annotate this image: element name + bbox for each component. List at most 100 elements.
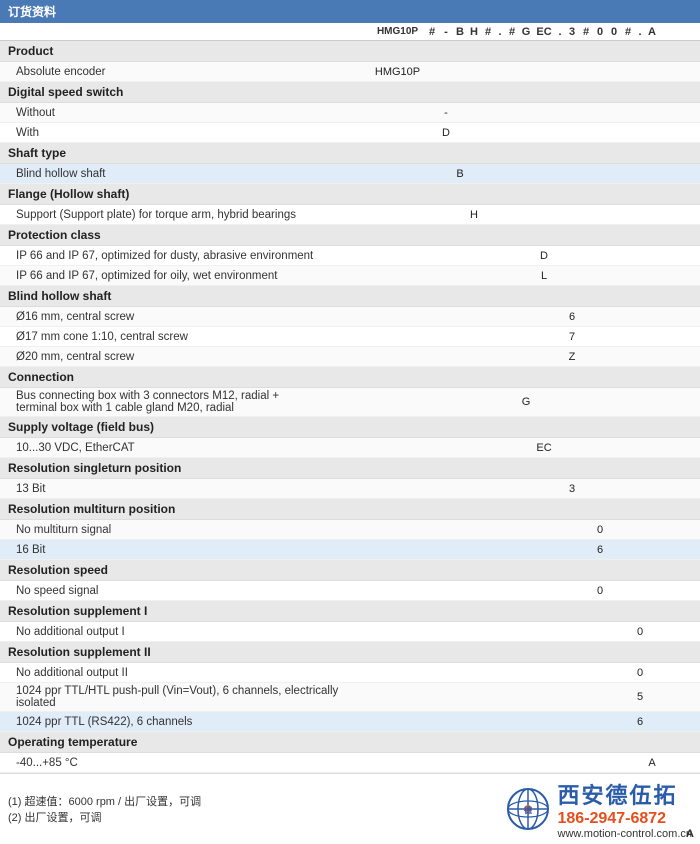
row-label-blind-hollow-shaft-2: Ø20 mm, central screw — [0, 351, 370, 363]
row-resolution-supplement-ii-0: No additional output II 0 — [0, 663, 700, 683]
col-dot3: . — [635, 26, 645, 38]
section-header-resolution-speed: Resolution speed — [0, 560, 700, 581]
row-label-connection-0: Bus connecting box with 3 connectors M12… — [0, 390, 370, 414]
row-label-product-0: Absolute encoder — [0, 66, 370, 78]
section-header-shaft-type: Shaft type — [0, 143, 700, 164]
row-val-resolution-supplement-ii-0: 0 — [635, 667, 645, 679]
row-digital-speed-switch-1: With D — [0, 123, 700, 143]
section-header-product: Product — [0, 41, 700, 62]
row-label-resolution-supplement-i-0: No additional output I — [0, 626, 370, 638]
company-phone: 186-2947-6872 — [558, 810, 693, 828]
row-label-protection-class-0: IP 66 and IP 67, optimized for dusty, ab… — [0, 250, 370, 262]
col-hash2: # — [481, 26, 495, 38]
section-header-resolution-supplement-ii: Resolution supplement II — [0, 642, 700, 663]
col-dot2: . — [555, 26, 565, 38]
row-blind-hollow-shaft-1: Ø17 mm cone 1:10, central screw 7 — [0, 327, 700, 347]
col-EC: EC — [533, 26, 555, 38]
row-supply-voltage-0: 10...30 VDC, EtherCAT EC — [0, 438, 700, 458]
row-shaft-type-0: Blind hollow shaft B — [0, 164, 700, 184]
row-product-0: Absolute encoderHMG10P — [0, 62, 700, 82]
right-letter: A — [686, 828, 694, 840]
row-resolution-multiturn-1: 16 Bit 6 — [0, 540, 700, 560]
row-val-shaft-type-0: B — [453, 168, 467, 180]
logo-area: 德 西安德伍拓 186-2947-6872 www.motion-control… — [506, 778, 693, 840]
col-dot1: . — [495, 26, 505, 38]
company-text: 西安德伍拓 186-2947-6872 www.motion-control.c… — [558, 778, 693, 840]
row-val-protection-class-1: L — [533, 270, 555, 282]
row-resolution-multiturn-0: No multiturn signal0 — [0, 520, 700, 540]
row-val-digital-speed-switch-1: D — [439, 127, 453, 139]
section-header-digital-speed-switch: Digital speed switch — [0, 82, 700, 103]
footnotes: (1) 超速值：6000 rpm / 出厂设置，可调 (2) 出厂设置，可调 — [8, 793, 506, 825]
row-val-blind-hollow-shaft-0: 6 — [565, 311, 579, 323]
row-label-blind-hollow-shaft-1: Ø17 mm cone 1:10, central screw — [0, 331, 370, 343]
row-val-resolution-singleturn-0: 3 — [565, 483, 579, 495]
row-val-resolution-multiturn-1: 6 — [593, 544, 607, 556]
row-label-resolution-supplement-ii-2: 1024 ppr TTL (RS422), 6 channels — [0, 716, 370, 728]
row-val-protection-class-0: D — [533, 250, 555, 262]
section-header-connection: Connection — [0, 367, 700, 388]
row-val-resolution-supplement-i-0: 0 — [635, 626, 645, 638]
row-connection-0: Bus connecting box with 3 connectors M12… — [0, 388, 700, 417]
svg-text:德: 德 — [524, 805, 532, 815]
row-label-resolution-supplement-ii-0: No additional output II — [0, 667, 370, 679]
row-blind-hollow-shaft-2: Ø20 mm, central screw Z — [0, 347, 700, 367]
row-label-digital-speed-switch-1: With — [0, 127, 370, 139]
row-label-protection-class-1: IP 66 and IP 67, optimized for oily, wet… — [0, 270, 370, 282]
globe-icon: 德 — [506, 787, 550, 831]
row-label-resolution-supplement-ii-1: 1024 ppr TTL/HTL push-pull (Vin=Vout), 6… — [0, 685, 370, 709]
section-header-resolution-multiturn: Resolution multiturn position — [0, 499, 700, 520]
row-label-resolution-speed-0: No speed signal — [0, 585, 370, 597]
row-label-supply-voltage-0: 10...30 VDC, EtherCAT — [0, 442, 370, 454]
col-hash3: # — [505, 26, 519, 38]
row-val-connection-0: G — [519, 396, 533, 408]
col-G: G — [519, 26, 533, 38]
footnote-1: (1) 超速值：6000 rpm / 出厂设置，可调 — [8, 793, 506, 809]
row-label-digital-speed-switch-0: Without — [0, 107, 370, 119]
row-flange-0: Support (Support plate) for torque arm, … — [0, 205, 700, 225]
section-header-supply-voltage: Supply voltage (field bus) — [0, 417, 700, 438]
row-protection-class-0: IP 66 and IP 67, optimized for dusty, ab… — [0, 246, 700, 266]
row-val-operating-temperature-0: A — [645, 757, 659, 769]
col-A: A — [645, 26, 659, 38]
row-label-shaft-type-0: Blind hollow shaft — [0, 168, 370, 180]
row-val-digital-speed-switch-0: - — [439, 107, 453, 119]
row-label-operating-temperature-0: -40...+85 °C — [0, 757, 370, 769]
footnote-2: (2) 出厂设置，可调 — [8, 809, 506, 825]
col-B: B — [453, 26, 467, 38]
row-label-flange-0: Support (Support plate) for torque arm, … — [0, 209, 370, 221]
row-resolution-singleturn-0: 13 Bit 3 — [0, 479, 700, 499]
footer: (1) 超速值：6000 rpm / 出厂设置，可调 (2) 出厂设置，可调 德… — [0, 773, 700, 844]
company-name: 西安德伍拓 — [558, 778, 693, 810]
row-label-resolution-singleturn-0: 13 Bit — [0, 483, 370, 495]
col-H: H — [467, 26, 481, 38]
row-resolution-speed-0: No speed signal0 — [0, 581, 700, 601]
section-header-flange: Flange (Hollow shaft) — [0, 184, 700, 205]
row-operating-temperature-0: -40...+85 °C A — [0, 753, 700, 773]
row-resolution-supplement-ii-2: 1024 ppr TTL (RS422), 6 channels 6 — [0, 712, 700, 732]
row-val-blind-hollow-shaft-2: Z — [565, 351, 579, 363]
col-hash4: # — [579, 26, 593, 38]
row-label-blind-hollow-shaft-0: Ø16 mm, central screw — [0, 311, 370, 323]
row-val-resolution-supplement-ii-1: 5 — [635, 691, 645, 703]
col-hash1: # — [425, 26, 439, 38]
row-val-supply-voltage-0: EC — [533, 442, 555, 454]
row-label-resolution-multiturn-1: 16 Bit — [0, 544, 370, 556]
company-url: www.motion-control.com.cn — [558, 828, 693, 840]
row-val-resolution-supplement-ii-2: 6 — [635, 716, 645, 728]
row-val-product-0: HMG10P — [370, 66, 425, 78]
col-hmg10p: HMG10P — [370, 26, 425, 38]
col-0a: 0 — [593, 26, 607, 38]
section-header-resolution-supplement-i: Resolution supplement I — [0, 601, 700, 622]
row-val-flange-0: H — [467, 209, 481, 221]
row-blind-hollow-shaft-0: Ø16 mm, central screw 6 — [0, 307, 700, 327]
header-bar: 订货资料 — [0, 0, 700, 23]
col-headers-row: HMG10P # - B H # . # G EC . 3 # 0 0 # . … — [0, 23, 700, 41]
col-hash5: # — [621, 26, 635, 38]
col-dash: - — [439, 26, 453, 38]
row-val-blind-hollow-shaft-1: 7 — [565, 331, 579, 343]
row-protection-class-1: IP 66 and IP 67, optimized for oily, wet… — [0, 266, 700, 286]
row-digital-speed-switch-0: Without - — [0, 103, 700, 123]
row-resolution-supplement-i-0: No additional output I 0 — [0, 622, 700, 642]
section-header-operating-temperature: Operating temperature — [0, 732, 700, 753]
